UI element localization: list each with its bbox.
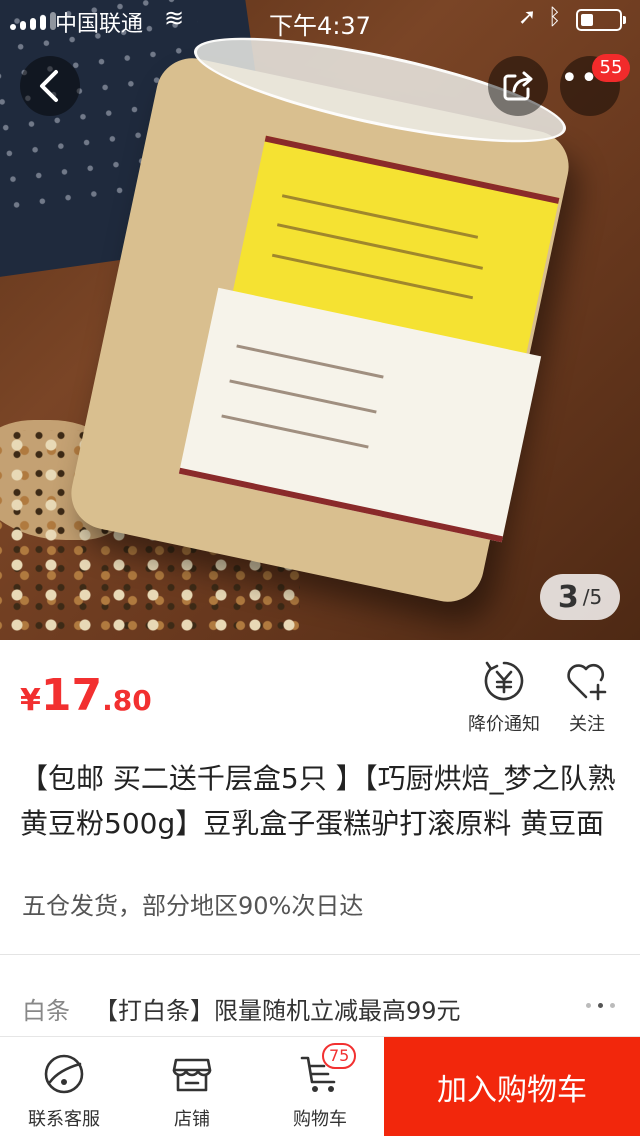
price-row: ¥ 17 .80 降价通知 关注	[0, 640, 640, 740]
yen-bell-icon	[481, 658, 527, 704]
product-title: 【包邮 买二送千层盒5只 】【巧厨烘焙_梦之队熟黄豆粉500g】豆乳盒子蛋糕驴打…	[20, 762, 616, 840]
baitiao-promo-text: 【打白条】限量随机立减最高99元	[94, 997, 461, 1025]
follow-label: 关注	[569, 714, 605, 735]
price-drop-notify-label: 降价通知	[468, 714, 540, 735]
shop-label: 店铺	[174, 1109, 210, 1130]
product-image-gallery[interactable]: 中国联通 ≋ 下午4:37 ➚ ᛒ ••• 55 3 /5	[0, 0, 640, 640]
shop-icon	[169, 1051, 215, 1097]
status-bar: 中国联通 ≋ 下午4:37 ➚ ᛒ	[0, 0, 640, 40]
share-icon	[503, 71, 533, 101]
bottom-action-bar: 联系客服 店铺 购物车 75 加入购物车	[0, 1036, 640, 1136]
delivery-info: 五仓发货，部分地区90%次日达	[22, 892, 364, 920]
promo-more-icon[interactable]	[586, 1003, 615, 1008]
customer-service-label: 联系客服	[28, 1109, 100, 1130]
product-price: ¥ 17 .80	[20, 670, 152, 721]
baitiao-promo-row[interactable]: 白条 【打白条】限量随机立减最高99元	[0, 955, 640, 1035]
cart-button[interactable]: 购物车 75	[256, 1037, 384, 1136]
image-counter: 3 /5	[540, 574, 620, 620]
message-badge: 55	[592, 54, 630, 82]
price-integer: 17	[40, 670, 103, 721]
bluetooth-icon: ᛒ	[548, 5, 562, 30]
back-icon	[40, 70, 58, 102]
customer-service-button[interactable]: 联系客服	[0, 1037, 128, 1136]
price-decimal: .80	[102, 684, 152, 717]
location-icon: ➚	[518, 5, 537, 30]
cart-label: 购物车	[293, 1109, 347, 1130]
back-button[interactable]	[20, 56, 80, 116]
image-counter-total: /5	[582, 585, 603, 609]
image-counter-current: 3	[557, 579, 579, 615]
service-icon	[41, 1051, 87, 1097]
share-button[interactable]	[488, 56, 548, 116]
follow-button[interactable]: 关注	[564, 658, 610, 736]
heart-plus-icon	[564, 658, 610, 704]
baitiao-label: 白条	[22, 997, 70, 1025]
price-drop-notify-button[interactable]: 降价通知	[468, 658, 540, 736]
shop-button[interactable]: 店铺	[128, 1037, 256, 1136]
cart-count-badge: 75	[322, 1043, 357, 1069]
product-detail-page: 中国联通 ≋ 下午4:37 ➚ ᛒ ••• 55 3 /5 ¥ 17 .80 降…	[0, 0, 640, 1136]
add-to-cart-button[interactable]: 加入购物车	[384, 1037, 640, 1136]
battery-icon	[576, 9, 626, 31]
status-time: 下午4:37	[269, 12, 371, 40]
currency-symbol: ¥	[20, 683, 41, 718]
